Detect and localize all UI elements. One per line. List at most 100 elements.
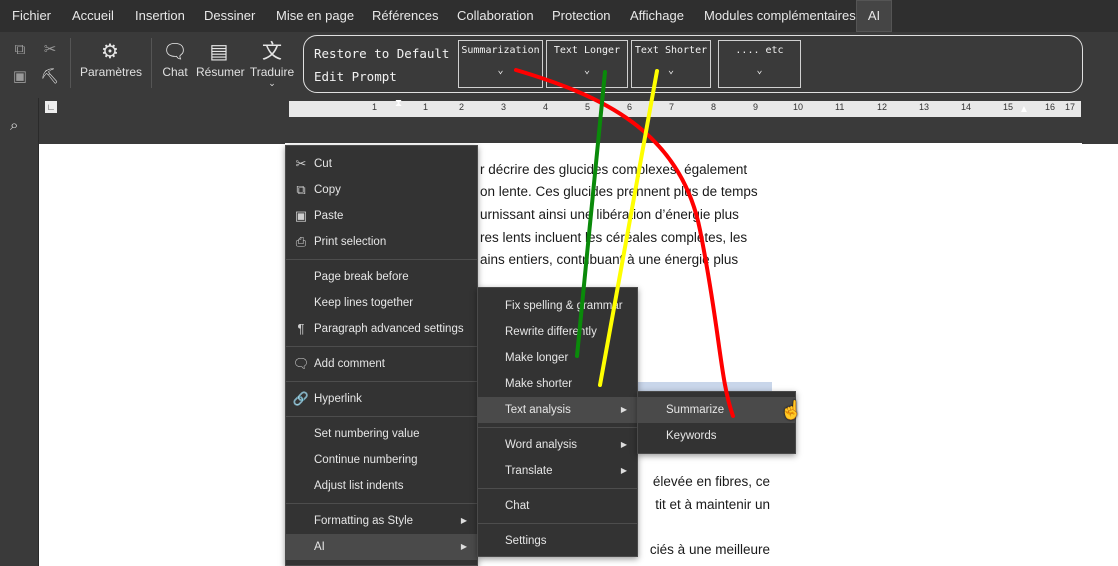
context-menu: ✂ Cut ⧉ Copy ▣ Paste ⎙ Print selection Page … xyxy=(285,145,478,566)
ruler-number: 3 xyxy=(501,102,507,112)
menu-keywords[interactable]: Keywords xyxy=(638,423,795,449)
menu-label: Copy xyxy=(314,184,341,196)
toolbar-divider xyxy=(151,38,152,88)
format-painter-icon[interactable]: ⛏ xyxy=(40,67,60,87)
ruler-number: 14 xyxy=(961,102,972,112)
menu-word-analysis[interactable]: Word analysis ▶ xyxy=(478,432,637,458)
ruler-number: 11 xyxy=(835,102,845,112)
menu-formatting-as-style[interactable]: Formatting as Style ▶ xyxy=(286,508,477,534)
etc-dropdown[interactable]: .... etc ⌄ xyxy=(718,40,801,88)
edit-prompt-button[interactable]: Edit Prompt xyxy=(314,69,397,84)
menu-accueil[interactable]: Accueil xyxy=(72,0,114,32)
gear-icon: ⚙ xyxy=(101,41,119,63)
resumer-label: Résumer xyxy=(196,65,245,79)
chevron-right-icon: ▶ xyxy=(460,516,467,525)
menu-cut[interactable]: ✂ Cut xyxy=(286,151,477,177)
chevron-down-icon: ⌄ xyxy=(583,65,591,76)
menu-insertion[interactable]: Insertion xyxy=(135,0,185,32)
menu-fichier[interactable]: Fichier xyxy=(12,0,51,32)
menu-text-analysis[interactable]: Text analysis ▶ xyxy=(478,397,637,423)
menu-label: Adjust list indents xyxy=(314,480,404,492)
paragraph-line: ciés à une meilleure xyxy=(649,542,770,557)
menu-affichage[interactable]: Affichage xyxy=(630,0,684,32)
comment-icon: 🗨 xyxy=(292,356,310,371)
menu-collaboration[interactable]: Collaboration xyxy=(457,0,534,32)
chevron-down-icon: ⌄ xyxy=(497,65,504,76)
paragraph-line: on lente. Ces glucides prennent plus de … xyxy=(480,184,758,199)
menu-paste[interactable]: ▣ Paste xyxy=(286,203,477,229)
copy-icon[interactable]: ⧉ xyxy=(10,40,30,60)
menu-protection[interactable]: Protection xyxy=(552,0,611,32)
menu-separator xyxy=(478,488,637,489)
horizontal-ruler[interactable]: 1 1 2 3 4 5 6 7 8 9 10 11 12 13 14 15 16… xyxy=(289,101,1081,117)
menu-add-comment[interactable]: 🗨 Add comment xyxy=(286,351,477,377)
summarization-dropdown[interactable]: Summarization ⌄ xyxy=(458,40,543,88)
menu-dessiner[interactable]: Dessiner xyxy=(204,0,255,32)
ruler-number: 10 xyxy=(793,102,804,112)
menu-chat[interactable]: Chat xyxy=(478,493,637,519)
menu-modules[interactable]: Modules complémentaires xyxy=(704,0,856,32)
menu-copy[interactable]: ⧉ Copy xyxy=(286,177,477,203)
menu-continue-numbering[interactable]: Continue numbering xyxy=(286,447,477,473)
menu-page-break-before[interactable]: Page break before xyxy=(286,264,477,290)
menu-mise-en-page[interactable]: Mise en page xyxy=(276,0,354,32)
menu-separator xyxy=(478,523,637,524)
menu-label: Keywords xyxy=(666,430,717,442)
chat-button[interactable]: 🗨 Chat xyxy=(158,39,192,79)
ruler-number: 15 xyxy=(1003,102,1014,112)
left-panel-divider xyxy=(38,98,39,566)
paragraph-line: r décrire des glucides complexes, égalem… xyxy=(480,162,748,177)
menu-hyperlink[interactable]: 🔗 Hyperlink xyxy=(286,386,477,412)
text-analysis-submenu: Summarize Keywords xyxy=(637,391,796,454)
indent-marker-icon[interactable]: ⧗ xyxy=(395,98,402,109)
ruler-number: 1 xyxy=(372,102,378,112)
chevron-right-icon: ▶ xyxy=(620,405,627,414)
menu-paragraph-advanced[interactable]: ¶ Paragraph advanced settings xyxy=(286,316,477,342)
text-longer-label: Text Longer xyxy=(553,45,621,56)
traduire-button[interactable]: 文 Traduire ⌄ xyxy=(249,39,295,88)
cut-icon[interactable]: ✂ xyxy=(40,40,60,60)
translate-icon: 文 xyxy=(262,41,282,63)
menu-label: Cut xyxy=(314,158,332,170)
menu-settings[interactable]: Settings xyxy=(478,528,637,554)
chevron-right-icon: ▶ xyxy=(620,440,627,449)
menu-summarize[interactable]: Summarize xyxy=(638,397,795,423)
menu-keep-lines-together[interactable]: Keep lines together xyxy=(286,290,477,316)
left-panel xyxy=(0,98,38,566)
menu-references[interactable]: Références xyxy=(372,0,438,32)
restore-default-button[interactable]: Restore to Default xyxy=(314,46,449,61)
menu-label: Hyperlink xyxy=(314,393,362,405)
ai-submenu: Fix spelling & grammar Rewrite different… xyxy=(477,287,638,557)
menu-rewrite-differently[interactable]: Rewrite differently xyxy=(478,319,637,345)
ruler-number: 1 xyxy=(423,102,429,112)
paste-icon[interactable]: ▣ xyxy=(10,67,30,87)
menu-label: Rewrite differently xyxy=(505,326,597,338)
print-icon: ⎙ xyxy=(295,234,307,249)
menu-label: Set numbering value xyxy=(314,428,420,440)
right-indent-marker-icon[interactable]: ▲ xyxy=(1019,104,1029,115)
menu-set-numbering-value[interactable]: Set numbering value xyxy=(286,421,477,447)
menu-fix-spelling[interactable]: Fix spelling & grammar xyxy=(478,293,637,319)
tab-stop-icon[interactable]: ∟ xyxy=(45,101,57,113)
menu-print-selection[interactable]: ⎙ Print selection xyxy=(286,229,477,255)
ruler-number: 16 xyxy=(1045,102,1056,112)
menu-make-shorter[interactable]: Make shorter xyxy=(478,371,637,397)
menu-label: Paste xyxy=(314,210,344,222)
text-longer-dropdown[interactable]: Text Longer ⌄ xyxy=(546,40,628,88)
parametres-button[interactable]: ⚙ Paramètres xyxy=(80,39,142,79)
menu-translate[interactable]: Translate ▶ xyxy=(478,458,637,484)
paste-icon: ▣ xyxy=(294,208,308,223)
menu-adjust-list-indents[interactable]: Adjust list indents xyxy=(286,473,477,499)
text-shorter-dropdown[interactable]: Text Shorter ⌄ xyxy=(631,40,711,88)
menu-ai[interactable]: AI ▶ xyxy=(286,534,477,560)
summarize-icon: ▤ xyxy=(209,41,229,63)
ruler-number: 13 xyxy=(919,102,930,112)
menu-make-longer[interactable]: Make longer xyxy=(478,345,637,371)
menu-ai[interactable]: AI xyxy=(856,0,892,32)
menu-label: Word analysis xyxy=(505,439,578,451)
resumer-button[interactable]: ▤ Résumer xyxy=(196,39,245,79)
menu-label: Chat xyxy=(505,500,530,512)
search-icon[interactable]: ⌕ xyxy=(10,117,18,134)
menu-label: Formatting as Style xyxy=(314,515,414,527)
toolbar-divider xyxy=(70,38,71,88)
